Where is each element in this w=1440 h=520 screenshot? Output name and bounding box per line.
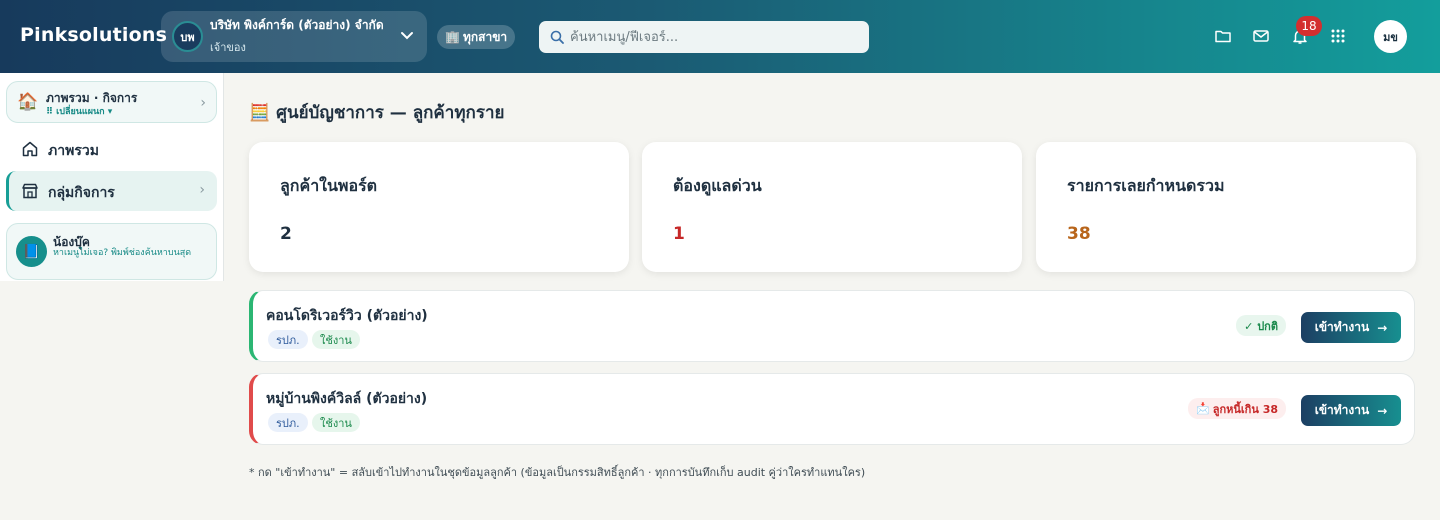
apps-grid-icon[interactable] xyxy=(1329,27,1347,45)
house-icon xyxy=(22,141,38,157)
stat-label: รายการเลยกำหนดรวม xyxy=(1067,176,1225,195)
stat-card-clients: ลูกค้าในพอร์ต 2 xyxy=(249,142,629,272)
mail-icon[interactable] xyxy=(1252,27,1270,45)
sidebar: 🏠 ภาพรวม · กิจการ ⠿ เปลี่ยนแผนก ▾ › ภาพร… xyxy=(0,73,224,281)
client-card: หมู่บ้านพิงค์วิลล์ (ตัวอย่าง) รปภ. ใช้งา… xyxy=(249,373,1415,445)
company-avatar: บพ xyxy=(172,21,203,52)
client-card: คอนโดริเวอร์วิว (ตัวอย่าง) รปภ. ใช้งาน ✓… xyxy=(249,290,1415,362)
search-icon xyxy=(550,30,564,44)
client-status-tag: ใช้งาน xyxy=(312,413,360,432)
home-icon: 🏠 xyxy=(17,92,39,112)
client-status-tag: ใช้งาน xyxy=(312,330,360,349)
client-name: หมู่บ้านพิงค์วิลล์ (ตัวอย่าง) xyxy=(266,391,428,407)
user-avatar[interactable]: มข xyxy=(1374,20,1407,53)
debtor-overdue-badge: 📩 ลูกหนี้เกิน 38 xyxy=(1188,398,1286,419)
enter-workspace-label: เข้าทำงาน xyxy=(1314,403,1370,417)
search-input[interactable] xyxy=(570,29,860,45)
notification-count-badge: 18 xyxy=(1296,16,1322,36)
stat-value: 38 xyxy=(1067,224,1091,244)
brand-logo[interactable]: Pinksolutions xyxy=(20,24,167,46)
stat-label: ลูกค้าในพอร์ต xyxy=(280,176,378,195)
branch-selector[interactable]: 🏢 ทุกสาขา xyxy=(437,25,516,49)
health-status-badge: ✓ ปกติ xyxy=(1236,315,1286,336)
sidebar-item-label: กลุ่มกิจการ xyxy=(48,185,115,201)
company-role: เจ้าของ xyxy=(210,41,246,54)
branch-label: ทุกสาขา xyxy=(462,29,508,44)
folder-icon[interactable] xyxy=(1214,27,1232,45)
building-icon: 🏢 xyxy=(445,30,460,44)
department-switcher[interactable]: 🏠 ภาพรวม · กิจการ ⠿ เปลี่ยนแผนก ▾ › xyxy=(6,81,217,123)
inbox-icon: 📩 xyxy=(1196,402,1210,415)
assistant-hint: หาเมนูไม่เจอ? พิมพ์ช่องค้นหาบนสุด xyxy=(53,248,192,258)
enter-workspace-button[interactable]: เข้าทำงาน → xyxy=(1301,395,1401,426)
arrow-right-icon: → xyxy=(1377,403,1388,418)
sidebar-item-label: ภาพรวม xyxy=(48,143,99,159)
abacus-icon: 🧮 xyxy=(249,102,271,123)
arrow-right-icon: → xyxy=(1377,320,1388,335)
change-department-link[interactable]: ⠿ เปลี่ยนแผนก ▾ xyxy=(46,104,112,118)
stat-card-overdue: รายการเลยกำหนดรวม 38 xyxy=(1036,142,1416,272)
client-type-tag: รปภ. xyxy=(268,413,308,432)
chevron-right-icon: › xyxy=(199,182,205,198)
stat-card-urgent: ต้องดูแลด่วน 1 xyxy=(642,142,1022,272)
company-name: บริษัท พิงค์การ์ด (ตัวอย่าง) จำกัด xyxy=(210,18,384,32)
sidebar-item-business-group[interactable]: กลุ่มกิจการ › xyxy=(6,171,217,211)
stat-label: ต้องดูแลด่วน xyxy=(673,176,762,195)
store-icon xyxy=(22,183,38,199)
page-title-text: ศูนย์บัญชาการ — ลูกค้าทุกราย xyxy=(276,103,505,123)
assistant-helper-card[interactable]: 📘 น้องบุ๊ค หาเมนูไม่เจอ? พิมพ์ช่องค้นหาบ… xyxy=(6,223,217,280)
client-type-tag: รปภ. xyxy=(268,330,308,349)
stat-value: 2 xyxy=(280,224,292,244)
search-box[interactable] xyxy=(539,21,869,53)
sidebar-item-overview[interactable]: ภาพรวม xyxy=(6,129,217,169)
debtor-overdue-label: ลูกหนี้เกิน 38 xyxy=(1212,402,1278,416)
chevron-down-icon xyxy=(401,32,413,40)
chevron-right-icon: › xyxy=(200,95,206,111)
enter-workspace-button[interactable]: เข้าทำงาน → xyxy=(1301,312,1401,343)
top-bar: Pinksolutions บพ บริษัท พิงค์การ์ด (ตัวอ… xyxy=(0,0,1440,73)
footnote: * กด "เข้าทำงาน" = สลับเข้าไปทำงานในชุดข… xyxy=(249,466,866,479)
client-name: คอนโดริเวอร์วิว (ตัวอย่าง) xyxy=(266,308,428,324)
page-title: 🧮 ศูนย์บัญชาการ — ลูกค้าทุกราย xyxy=(249,99,504,126)
enter-workspace-label: เข้าทำงาน xyxy=(1314,320,1370,334)
stat-value: 1 xyxy=(673,224,685,244)
company-switcher[interactable]: บพ บริษัท พิงค์การ์ด (ตัวอย่าง) จำกัด เจ… xyxy=(161,11,427,62)
book-icon: 📘 xyxy=(16,236,47,267)
